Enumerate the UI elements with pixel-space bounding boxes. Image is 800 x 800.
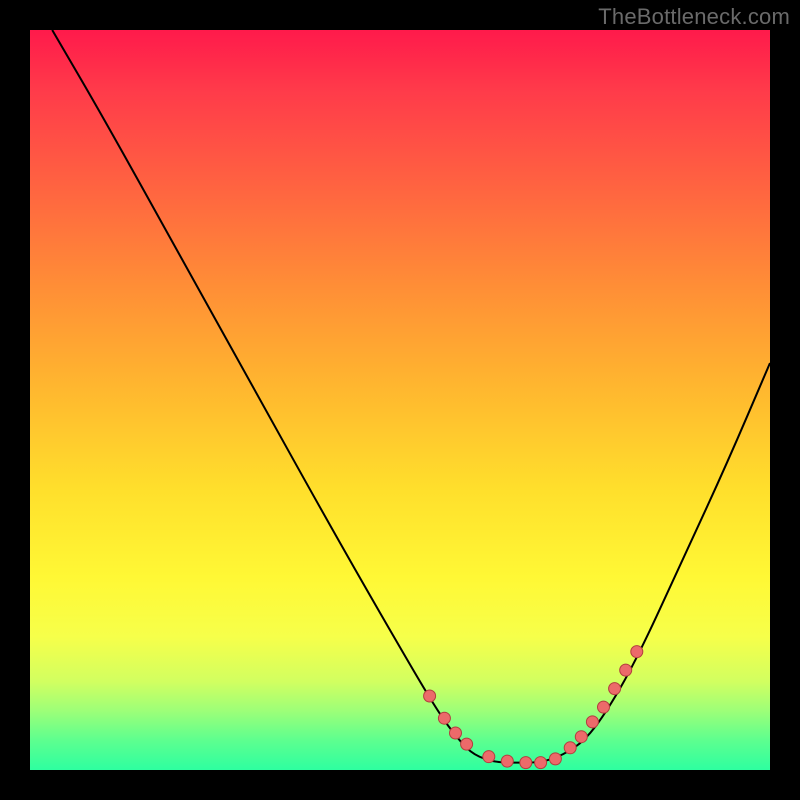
watermark-text: TheBottleneck.com <box>598 4 790 30</box>
bottleneck-curve <box>52 30 770 763</box>
data-dot <box>609 683 621 695</box>
plot-area <box>30 30 770 770</box>
data-dots <box>424 646 643 769</box>
data-dot <box>620 664 632 676</box>
data-dot <box>586 716 598 728</box>
data-dot <box>483 751 495 763</box>
data-dot <box>438 712 450 724</box>
chart-svg <box>30 30 770 770</box>
chart-frame: TheBottleneck.com <box>0 0 800 800</box>
data-dot <box>549 753 561 765</box>
data-dot <box>631 646 643 658</box>
data-dot <box>520 757 532 769</box>
data-dot <box>501 755 513 767</box>
data-dot <box>450 727 462 739</box>
data-dot <box>598 701 610 713</box>
data-dot <box>535 757 547 769</box>
data-dot <box>424 690 436 702</box>
data-dot <box>575 731 587 743</box>
data-dot <box>564 742 576 754</box>
data-dot <box>461 738 473 750</box>
